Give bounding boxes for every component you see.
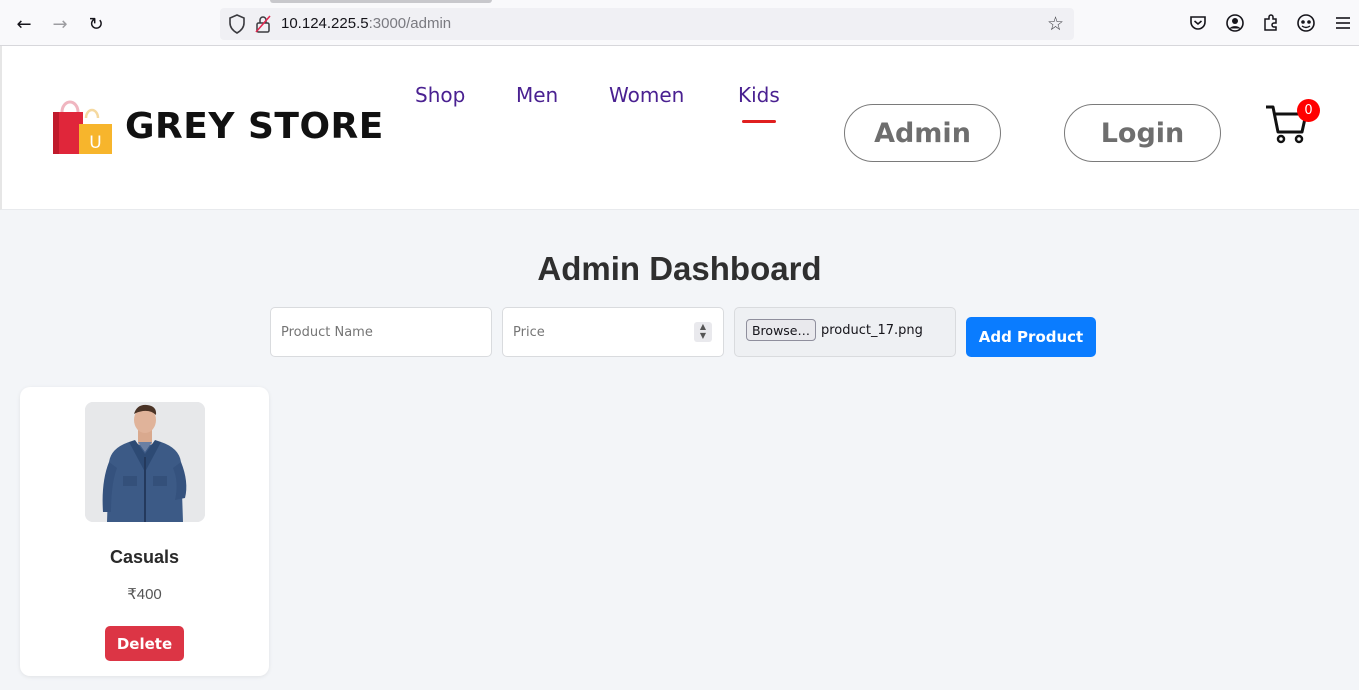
logo-letter: U [89,133,101,153]
bookmark-star-icon[interactable]: ☆ [1047,13,1064,35]
login-button[interactable]: Login [1064,104,1221,162]
delete-product-button[interactable]: Delete [105,626,184,661]
tracking-shield-icon[interactable] [228,14,246,34]
site-header: U GREY STORE Shop Men Women Kids Admin L… [0,46,1359,210]
extensions-icon[interactable] [1261,13,1281,33]
product-name-input[interactable] [270,307,492,357]
menu-icon[interactable] [1333,13,1353,33]
product-card: Casuals ₹400 Delete [20,387,269,676]
extension-mask-icon[interactable] [1296,13,1316,33]
product-price: ₹400 [127,586,162,603]
shopping-bag-logo-icon[interactable]: U [52,98,114,156]
add-product-button[interactable]: Add Product [966,317,1096,357]
url-host: 10.124.225.5 [281,15,369,32]
cart-count-badge: 0 [1297,99,1320,122]
nav-kids[interactable]: Kids [738,83,780,107]
pocket-icon[interactable] [1188,13,1208,33]
brand-name[interactable]: GREY STORE [125,106,384,147]
url-path: :3000/admin [368,15,452,32]
price-input[interactable] [502,307,724,357]
back-icon[interactable]: ← [11,11,37,37]
selected-file-name: product_17.png [821,323,923,338]
nav-women[interactable]: Women [609,83,684,107]
admin-button[interactable]: Admin [844,104,1001,162]
page-title: Admin Dashboard [537,250,822,287]
url-text[interactable]: 10.124.225.5:3000/admin [281,15,451,32]
product-name: Casuals [109,547,180,567]
price-stepper[interactable]: ▲ ▼ [694,322,712,342]
forward-icon[interactable]: → [47,11,73,37]
active-tab-indicator [270,0,492,3]
address-bar[interactable]: 10.124.225.5:3000/admin ☆ [220,8,1074,40]
account-icon[interactable] [1225,13,1245,33]
browse-button[interactable]: Browse… [746,319,816,341]
insecure-lock-icon[interactable] [255,15,271,33]
denim-jacket-model-image [85,402,205,522]
browser-toolbar: ← → ↻ 10.124.225.5:3000/admin ☆ [0,0,1359,46]
nav-shop[interactable]: Shop [415,83,465,107]
nav-men[interactable]: Men [516,83,558,107]
reload-icon[interactable]: ↻ [83,11,109,37]
active-nav-underline [742,120,776,123]
image-file-input[interactable]: Browse… product_17.png [734,307,956,357]
product-image [85,402,205,522]
